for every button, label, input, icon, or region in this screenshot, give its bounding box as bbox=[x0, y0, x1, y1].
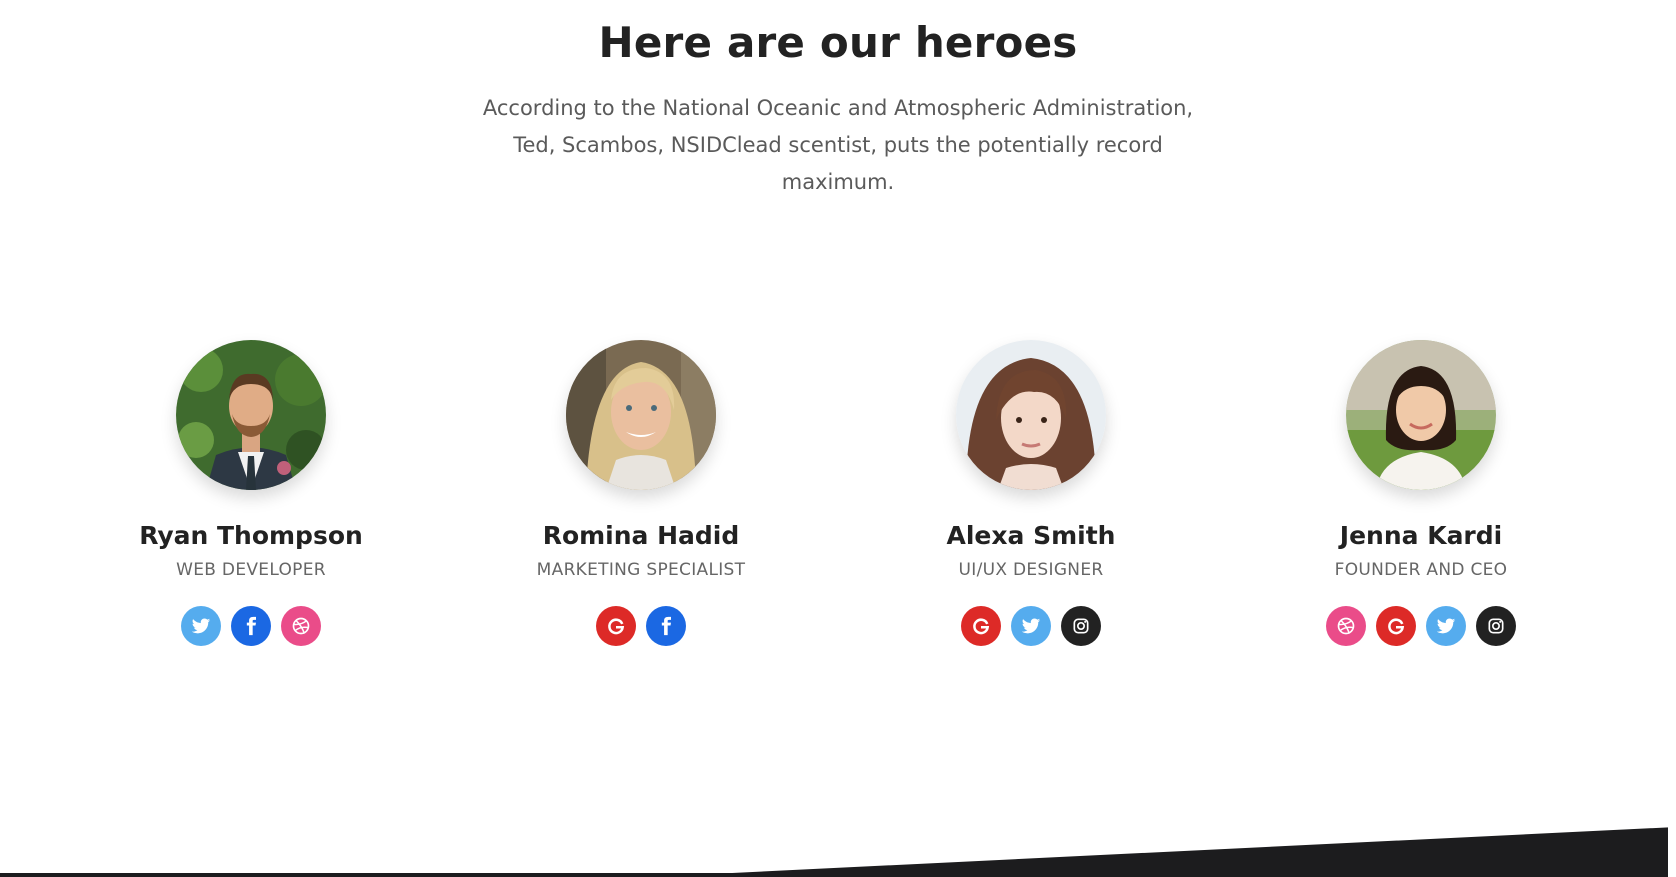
scrollbar[interactable] bbox=[1668, 0, 1676, 877]
google-icon bbox=[608, 618, 625, 635]
member-role: MARKETING SPECIALIST bbox=[536, 560, 746, 580]
instagram-icon bbox=[1488, 618, 1504, 634]
social-links bbox=[861, 606, 1201, 646]
social-links bbox=[1251, 606, 1591, 646]
dribbble-icon bbox=[292, 617, 310, 635]
avatar bbox=[566, 340, 716, 490]
google-button[interactable] bbox=[596, 606, 636, 646]
google-button[interactable] bbox=[1376, 606, 1416, 646]
member-name: Jenna Kardi bbox=[1339, 521, 1503, 550]
section-header: Here are our heroes According to the Nat… bbox=[0, 18, 1676, 201]
avatar bbox=[1346, 340, 1496, 490]
twitter-button[interactable] bbox=[1011, 606, 1051, 646]
twitter-button[interactable] bbox=[1426, 606, 1466, 646]
member-name: Romina Hadid bbox=[542, 521, 740, 550]
twitter-button[interactable] bbox=[181, 606, 221, 646]
team-member-card: Ryan Thompson WEB DEVELOPER bbox=[81, 340, 421, 646]
facebook-icon bbox=[661, 616, 671, 636]
dribbble-icon bbox=[1337, 617, 1355, 635]
dribbble-button[interactable] bbox=[1326, 606, 1366, 646]
section-title: Here are our heroes bbox=[598, 18, 1078, 67]
social-links bbox=[81, 606, 421, 646]
member-role: UI/UX DESIGNER bbox=[958, 560, 1104, 580]
facebook-button[interactable] bbox=[231, 606, 271, 646]
social-links bbox=[471, 606, 811, 646]
facebook-button[interactable] bbox=[646, 606, 686, 646]
facebook-icon bbox=[246, 616, 256, 636]
twitter-icon bbox=[1436, 618, 1456, 634]
section-description: According to the National Oceanic and At… bbox=[482, 96, 1194, 194]
member-name: Alexa Smith bbox=[946, 521, 1116, 550]
avatar bbox=[956, 340, 1106, 490]
google-icon bbox=[973, 618, 990, 635]
dribbble-button[interactable] bbox=[281, 606, 321, 646]
twitter-icon bbox=[191, 618, 211, 634]
footer-skew-band bbox=[0, 827, 1676, 877]
member-role: FOUNDER AND CEO bbox=[1334, 560, 1508, 580]
avatar bbox=[176, 340, 326, 490]
instagram-button[interactable] bbox=[1061, 606, 1101, 646]
instagram-icon bbox=[1073, 618, 1089, 634]
twitter-icon bbox=[1021, 618, 1041, 634]
team-member-card: Romina Hadid MARKETING SPECIALIST bbox=[471, 340, 811, 646]
google-icon bbox=[1388, 618, 1405, 635]
member-name: Ryan Thompson bbox=[139, 521, 363, 550]
member-role: WEB DEVELOPER bbox=[176, 560, 326, 580]
team-member-card: Alexa Smith UI/UX DESIGNER bbox=[861, 340, 1201, 646]
page: Here are our heroes According to the Nat… bbox=[0, 0, 1676, 877]
instagram-button[interactable] bbox=[1476, 606, 1516, 646]
team-member-card: Jenna Kardi FOUNDER AND CEO bbox=[1251, 340, 1591, 646]
google-button[interactable] bbox=[961, 606, 1001, 646]
